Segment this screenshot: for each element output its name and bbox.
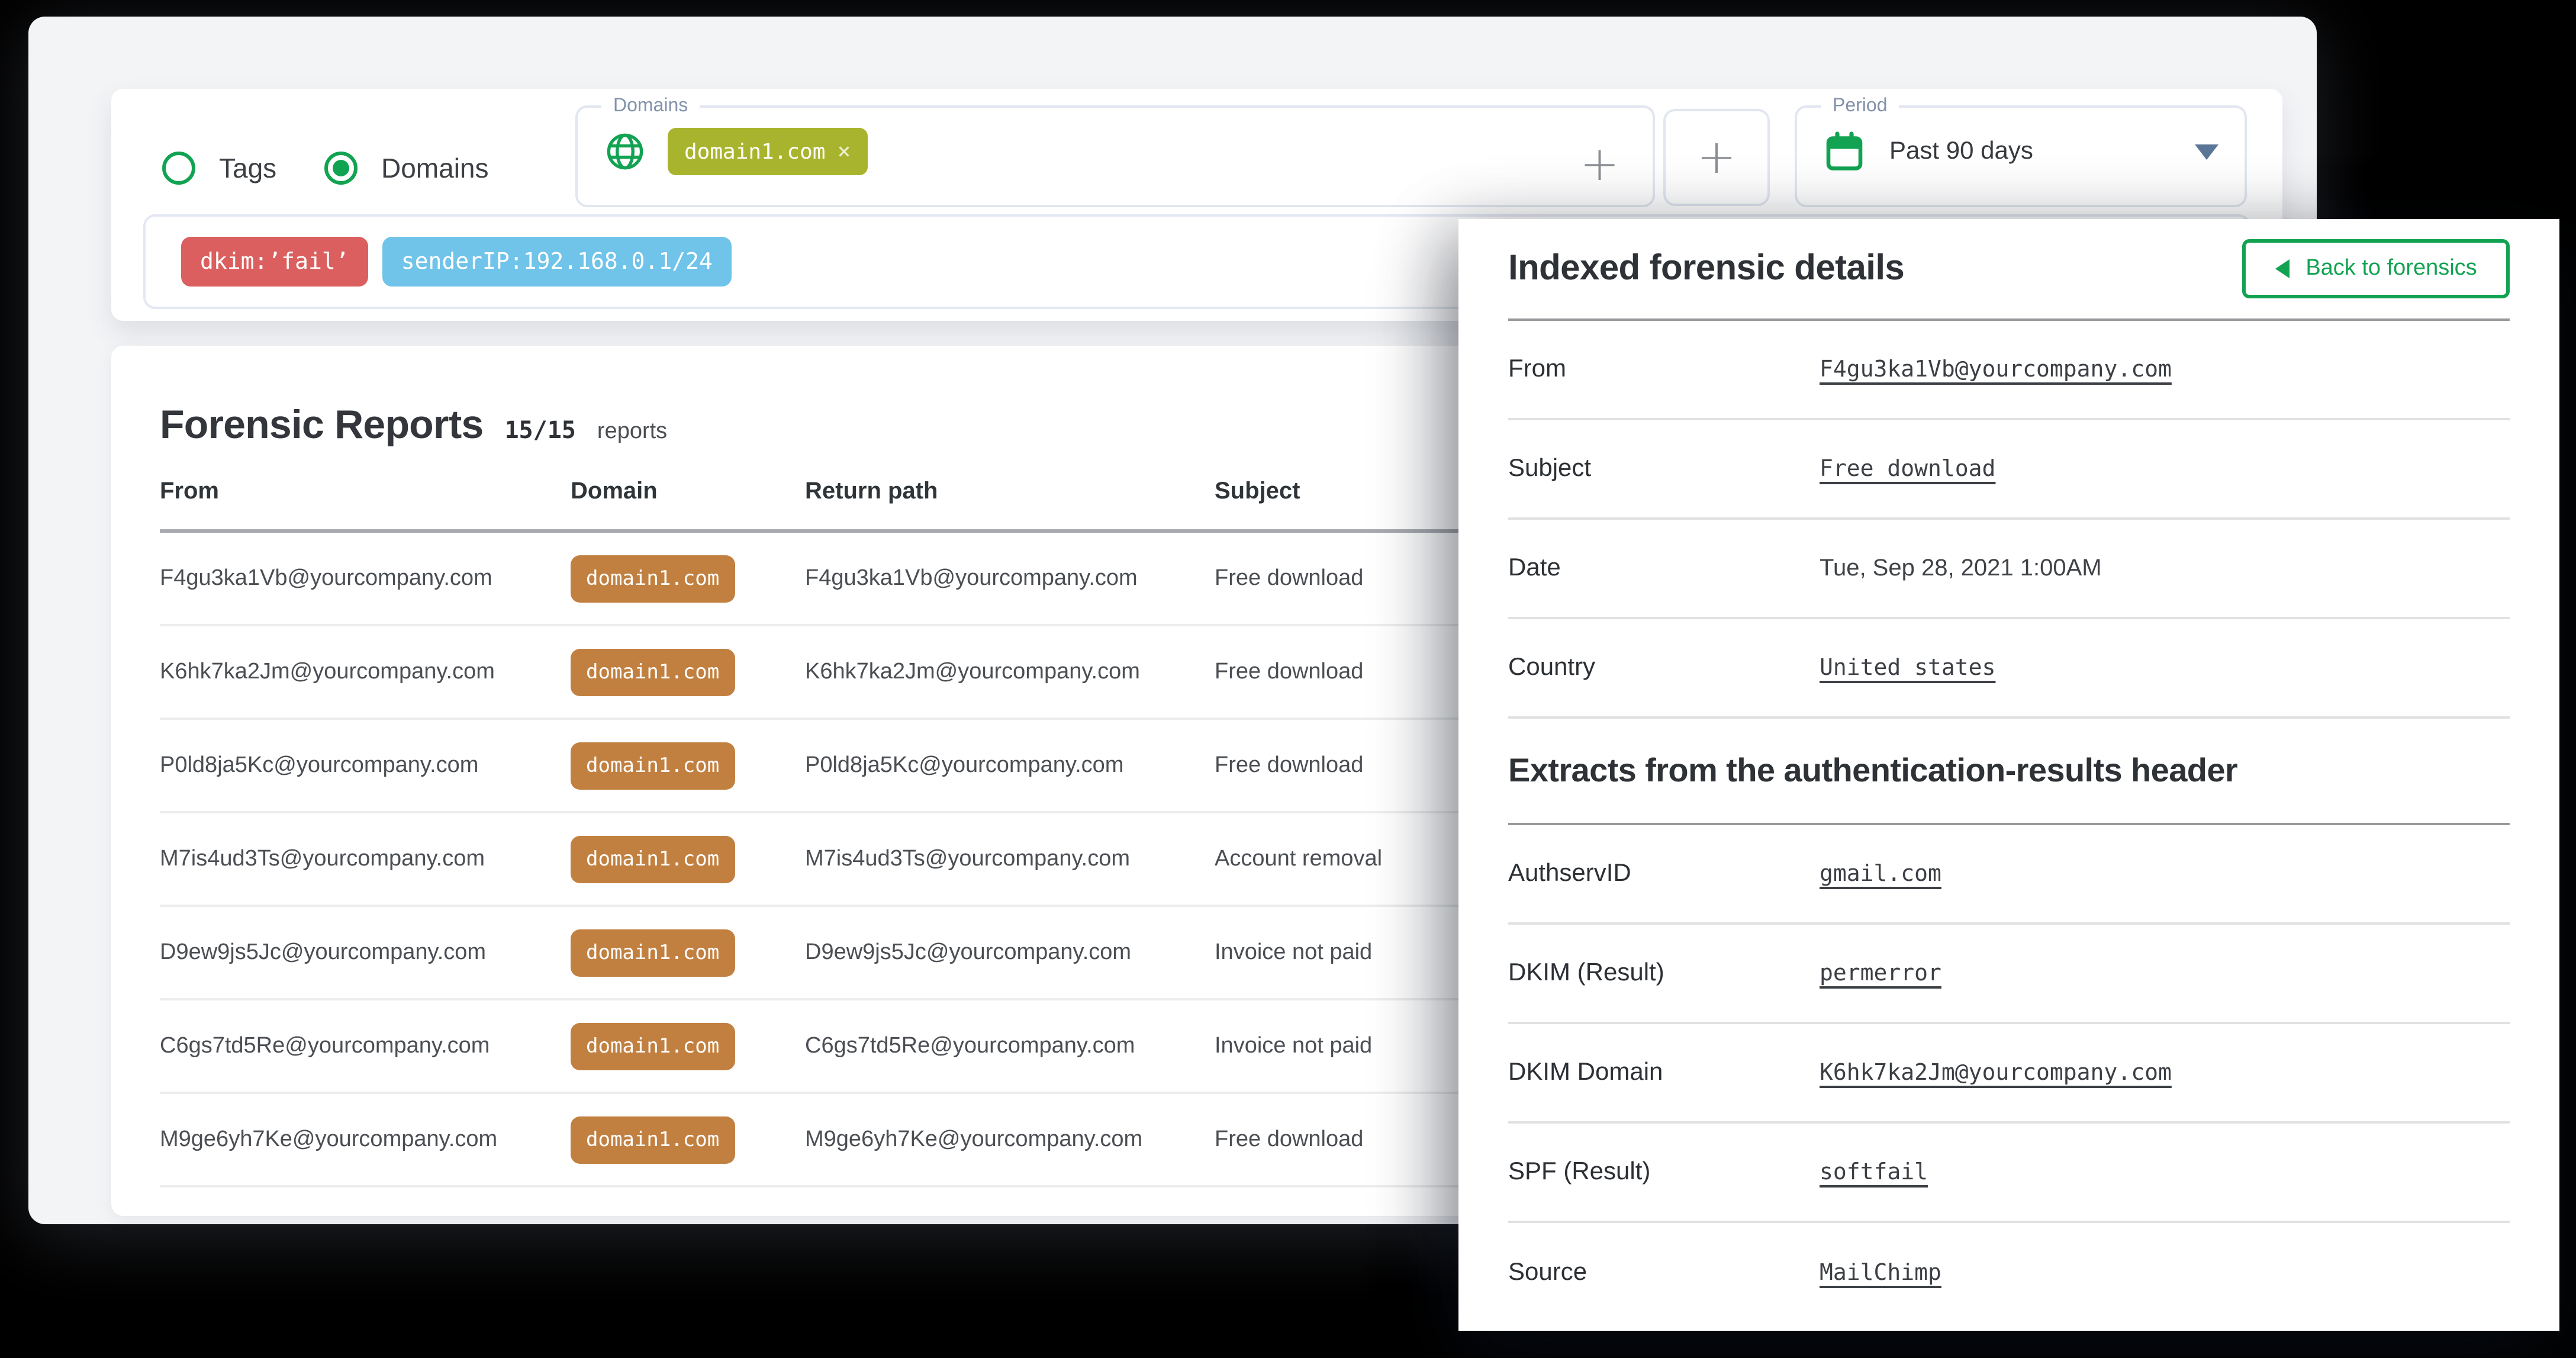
row-domain-badge: domain1.com — [571, 742, 735, 789]
detail-label: AuthservID — [1508, 860, 1820, 888]
detail-row-subject: Subject Free download — [1508, 420, 2510, 520]
detail-label: Source — [1508, 1259, 1820, 1287]
row-from: D9ew9js5Jc@yourcompany.com — [160, 939, 571, 966]
domain-chip[interactable]: domain1.com × — [668, 128, 867, 175]
overlay-header: Indexed forensic details Back to forensi… — [1508, 219, 2510, 321]
row-from: C6gs7td5Re@yourcompany.com — [160, 1033, 571, 1059]
detail-value-link[interactable]: softfail — [1820, 1159, 1928, 1185]
section-title: Extracts from the authentication-results… — [1508, 719, 2510, 825]
reports-count: 15/15 — [504, 416, 575, 444]
detail-row-spf-result: SPF (Result) softfail — [1508, 1124, 2510, 1223]
detail-value-link[interactable]: gmail.com — [1820, 861, 1941, 887]
row-domain-badge: domain1.com — [571, 555, 735, 602]
detail-value-link[interactable]: United states — [1820, 655, 1995, 681]
period-field[interactable]: Period Past 90 days — [1795, 96, 2247, 207]
detail-label: DKIM Domain — [1508, 1058, 1820, 1087]
detail-row-dkim-result: DKIM (Result) permerror — [1508, 925, 2510, 1024]
close-icon[interactable]: × — [837, 139, 851, 165]
row-return-path: P0ld8ja5Kc@yourcompany.com — [805, 752, 1215, 778]
detail-value-link[interactable]: permerror — [1820, 960, 1941, 986]
radio-tags-label: Tags — [219, 152, 276, 184]
row-return-path: K6hk7ka2Jm@yourcompany.com — [805, 659, 1215, 685]
app-window: Tags Domains Domains — [28, 17, 2317, 1224]
column-header-from: From — [160, 478, 571, 506]
chevron-down-icon[interactable] — [2195, 144, 2218, 159]
detail-label: Subject — [1508, 455, 1820, 483]
back-button-label: Back to forensics — [2305, 256, 2477, 282]
detail-row-from: From F4gu3ka1Vb@yourcompany.com — [1508, 321, 2510, 420]
domains-field: Domains domain1.com × — [575, 96, 1655, 207]
row-return-path: C6gs7td5Re@yourcompany.com — [805, 1033, 1215, 1059]
detail-label: SPF (Result) — [1508, 1158, 1820, 1186]
detail-label: Country — [1508, 654, 1820, 682]
plus-icon: + — [1580, 137, 1619, 192]
row-domain-badge: domain1.com — [571, 1022, 735, 1070]
screen: Tags Domains Domains — [0, 0, 2576, 1358]
detail-label: Date — [1508, 554, 1820, 583]
detail-row-date: Date Tue, Sep 28, 2021 1:00AM — [1508, 520, 2510, 619]
auth-details-list: AuthservID gmail.com DKIM (Result) perme… — [1508, 825, 2510, 1322]
page-title: Forensic Reports — [160, 403, 483, 449]
overlay-title: Indexed forensic details — [1508, 249, 1904, 289]
row-from: F4gu3ka1Vb@yourcompany.com — [160, 565, 571, 591]
add-domain-button[interactable]: + — [1580, 141, 1619, 188]
indexed-forensic-details-panel: Indexed forensic details Back to forensi… — [1458, 219, 2559, 1331]
row-domain-badge: domain1.com — [571, 929, 735, 976]
domains-field-legend: Domains — [601, 96, 700, 117]
row-return-path: M9ge6yh7Ke@yourcompany.com — [805, 1127, 1215, 1153]
detail-value-link[interactable]: K6hk7ka2Jm@yourcompany.com — [1820, 1060, 2172, 1086]
row-return-path: M7is4ud3Ts@yourcompany.com — [805, 846, 1215, 872]
row-from: K6hk7ka2Jm@yourcompany.com — [160, 659, 571, 685]
radio-circle-checked-icon[interactable] — [324, 152, 358, 185]
detail-label: From — [1508, 355, 1820, 384]
query-chip-senderip[interactable]: senderIP:192.168.0.1/24 — [382, 237, 732, 287]
row-domain-badge: domain1.com — [571, 835, 735, 883]
triangle-left-icon — [2275, 259, 2289, 278]
period-field-legend: Period — [1821, 96, 1899, 117]
row-domain-badge: domain1.com — [571, 648, 735, 696]
row-from: M7is4ud3Ts@yourcompany.com — [160, 846, 571, 872]
radio-domains-label: Domains — [381, 152, 489, 184]
detail-value-link[interactable]: F4gu3ka1Vb@yourcompany.com — [1820, 356, 2172, 382]
globe-icon — [604, 130, 646, 173]
detail-row-dkim-domain: DKIM Domain K6hk7ka2Jm@yourcompany.com — [1508, 1024, 2510, 1124]
detail-value: Tue, Sep 28, 2021 1:00AM — [1820, 555, 2102, 582]
row-from: M9ge6yh7Ke@yourcompany.com — [160, 1127, 571, 1153]
period-value: Past 90 days — [1889, 137, 2033, 166]
detail-row-source: Source MailChimp — [1508, 1223, 2510, 1322]
detail-value-link[interactable]: Free download — [1820, 456, 1995, 482]
radio-tags[interactable]: Tags — [162, 150, 276, 186]
column-header-domain: Domain — [571, 478, 805, 506]
radio-circle-icon[interactable] — [162, 152, 195, 185]
calendar-icon — [1823, 130, 1866, 173]
detail-label: DKIM (Result) — [1508, 959, 1820, 987]
back-to-forensics-button[interactable]: Back to forensics — [2242, 239, 2510, 298]
detail-row-country: Country United states — [1508, 619, 2510, 719]
reports-count-suffix: reports — [597, 419, 667, 445]
add-filter-button[interactable]: + — [1663, 109, 1770, 206]
detail-value-link[interactable]: MailChimp — [1820, 1260, 1941, 1286]
radio-domains[interactable]: Domains — [324, 150, 489, 186]
row-return-path: F4gu3ka1Vb@yourcompany.com — [805, 565, 1215, 591]
query-chip-dkim[interactable]: dkim:’fail’ — [181, 237, 368, 287]
detail-row-authservid: AuthservID gmail.com — [1508, 825, 2510, 925]
column-header-return-path: Return path — [805, 478, 1215, 506]
domain-chip-label: domain1.com — [684, 139, 825, 164]
plus-icon: + — [1696, 134, 1736, 181]
row-from: P0ld8ja5Kc@yourcompany.com — [160, 752, 571, 778]
row-return-path: D9ew9js5Jc@yourcompany.com — [805, 939, 1215, 966]
row-domain-badge: domain1.com — [571, 1116, 735, 1163]
